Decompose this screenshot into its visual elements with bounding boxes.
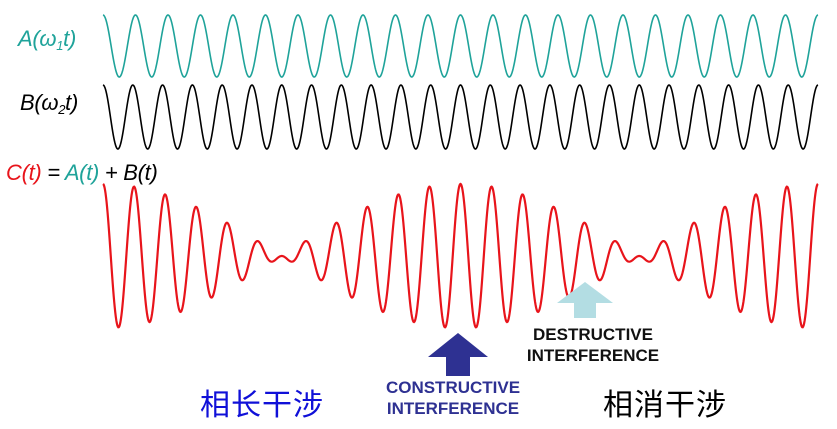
wave-c-sum-curve (102, 182, 819, 329)
wave-b-curve (102, 84, 819, 150)
wave-sum-equation: C(t) = A(t) + B(t) (6, 160, 158, 185)
wave-a-label: A(ω1t) (18, 26, 77, 53)
constructive-interference-label: CONSTRUCTIVE INTERFERENCE (385, 378, 521, 418)
wave-b-label: B(ω2t) (20, 90, 79, 117)
constructive-chinese-label: 相长干涉 (200, 388, 324, 423)
waves-canvas (102, 14, 819, 376)
destructive-chinese-label: 相消干涉 (603, 388, 727, 423)
interference-diagram: A(ω1t) B(ω2t) C(t) = A(t) + B(t) DESTRUC… (0, 0, 837, 429)
wave-a-curve (102, 14, 819, 78)
constructive-arrow-icon (428, 333, 488, 376)
destructive-interference-label: DESTRUCTIVE INTERFERENCE (526, 325, 660, 365)
